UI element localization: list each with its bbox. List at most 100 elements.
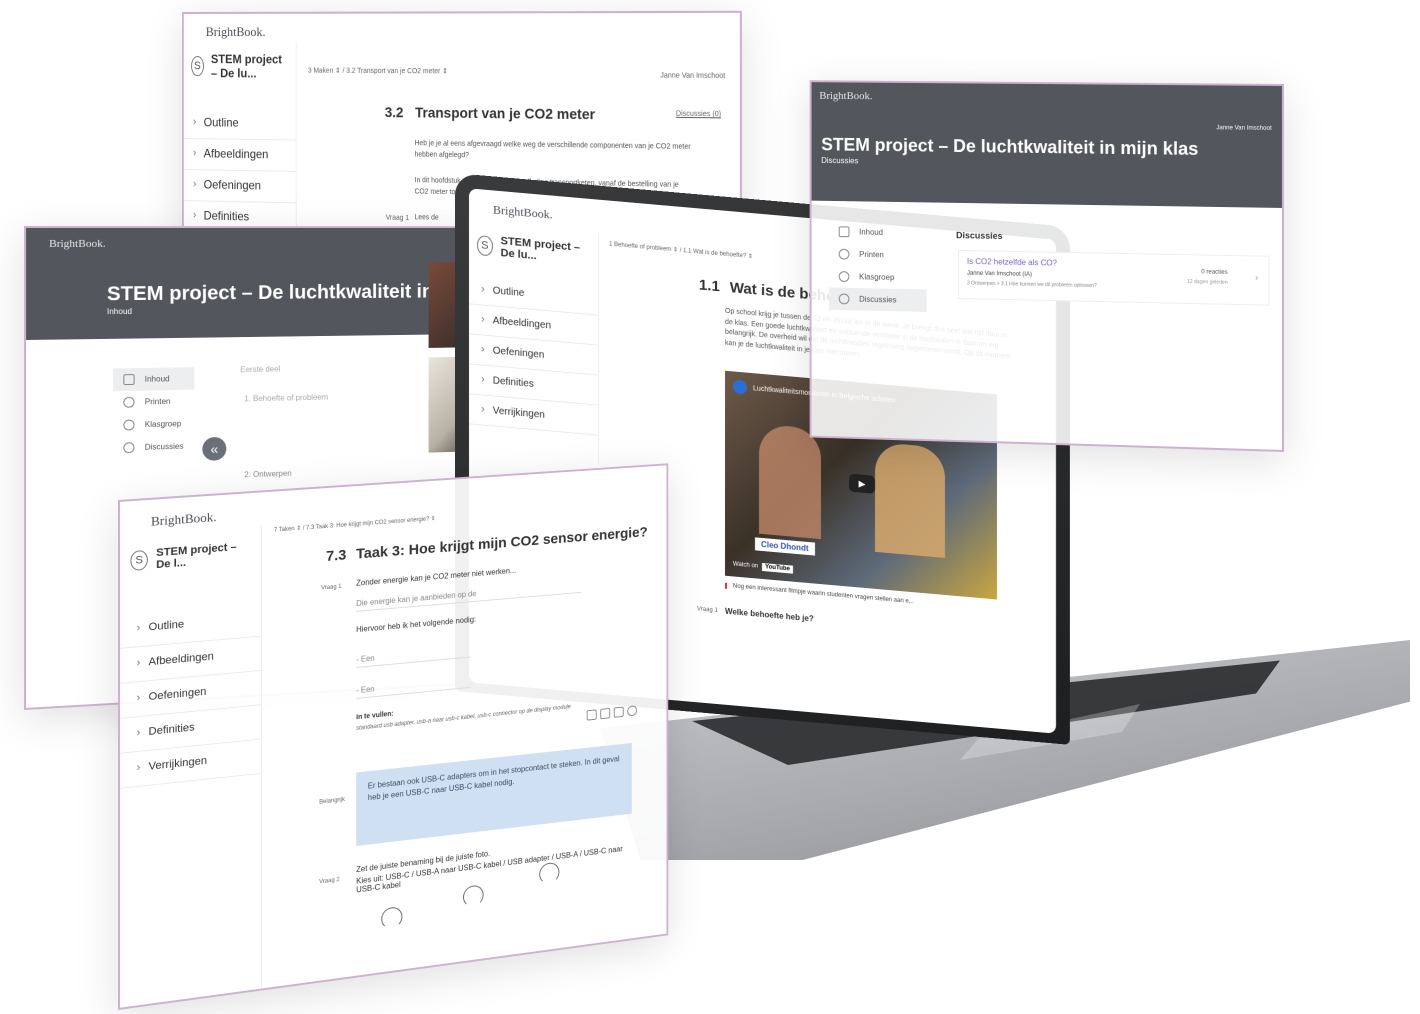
chevron-right-icon: ›: [136, 761, 141, 775]
book-icon: [838, 226, 850, 238]
thread-author: Janne Van Imschoot (IA): [966, 270, 1032, 278]
question-label: Vraag 1: [697, 606, 718, 615]
discussion-thread[interactable]: Is CO2 hetzelfde als CO? Janne Van Imsch…: [958, 249, 1270, 306]
page-heading: 3.2 Transport van je CO2 meter: [385, 104, 595, 123]
person-figure: [875, 441, 945, 558]
panel-front: BrightBook. S STEM project – De l... › Ou…: [118, 463, 669, 1010]
user-menu[interactable]: Janne Van Imschoot: [660, 72, 725, 80]
nav-label: Klasgroep: [859, 272, 895, 282]
user-menu[interactable]: Janne Van Imschoot: [1216, 125, 1271, 132]
chevron-right-icon: ›: [1254, 272, 1259, 284]
printer-icon: [838, 248, 850, 260]
nav-label: Inhoud: [859, 227, 883, 237]
side-nav: Inhoud Printen Klasgroep Discussies: [829, 220, 927, 312]
undo-icon[interactable]: [613, 706, 624, 718]
reply-count: 0 reacties: [1201, 269, 1228, 276]
nav-klasgroep[interactable]: Klasgroep: [113, 412, 194, 437]
youtube-watermark[interactable]: Watch on YouTube: [733, 560, 793, 574]
breadcrumb[interactable]: 1 Behoefte of probleem ⇕ / 1.1 Wat is de…: [609, 241, 753, 261]
nav-label: Printen: [859, 250, 884, 260]
toc-item-1[interactable]: 1. Behoefte of probleem: [244, 392, 328, 405]
brand-logo: BrightBook.: [819, 90, 873, 103]
marketing-composition: BrightBook. S STEM project – De lu... › O…: [0, 0, 1420, 1014]
course-header: BrightBook. Janne Van Imschoot STEM proj…: [811, 82, 1282, 208]
outline-label: Outline: [492, 284, 525, 299]
question-label: Vraag 1: [385, 214, 410, 223]
collapse-icon[interactable]: «: [202, 436, 227, 461]
chat-icon: [838, 293, 850, 305]
course-switcher[interactable]: S STEM project – De lu...: [469, 222, 598, 277]
lower-third-name: Cleo Dhondt: [755, 537, 815, 556]
course-subtitle: Inhoud: [106, 306, 132, 317]
panel-right: BrightBook. Janne Van Imschoot STEM proj…: [809, 80, 1284, 453]
course-name: STEM project – De lu...: [210, 52, 282, 81]
outline-item-oefeningen[interactable]: › Oefeningen: [183, 170, 296, 204]
printer-icon: [123, 396, 135, 408]
outline-label: Outline: [148, 618, 185, 634]
chevron-right-icon: ›: [481, 343, 485, 356]
nav-label: Discussies: [144, 441, 184, 452]
nav-label: Discussies: [859, 294, 897, 305]
copy-icon[interactable]: [586, 709, 597, 721]
info-callout: Er bestaan ook USB-C adapters om in het …: [356, 742, 632, 847]
outline-label: Oefeningen: [492, 344, 545, 361]
nav-inhoud[interactable]: Inhoud: [829, 220, 927, 244]
section-number: 3.2: [384, 103, 404, 121]
question-text: Welke behoefte heb je?: [725, 606, 814, 624]
outline-item-outline[interactable]: › Outline: [183, 108, 296, 141]
group-icon: [838, 271, 850, 283]
course-name: STEM project – De lu...: [500, 235, 581, 263]
course-logo-icon: S: [191, 56, 204, 77]
nav-printen[interactable]: Printen: [829, 243, 927, 267]
answer-field-1[interactable]: - Een: [356, 642, 471, 668]
outline-label: Afbeeldingen: [203, 146, 269, 162]
section-label: Eerste deel: [240, 364, 281, 375]
group-icon: [123, 419, 135, 431]
nav-discussies[interactable]: Discussies: [829, 287, 927, 312]
answer-field-2[interactable]: - Een: [356, 672, 471, 699]
chevron-right-icon: ›: [481, 403, 485, 416]
chevron-right-icon: ›: [192, 147, 197, 160]
thread-meta: 3 Ontwerpen > 3.1 Hoe kunnen we dit prob…: [966, 280, 1097, 290]
discussions-link[interactable]: Discussies (0): [676, 111, 721, 119]
chevron-right-icon: ›: [136, 657, 141, 670]
search-icon[interactable]: [627, 705, 638, 717]
image-drop-slot[interactable]: [381, 905, 403, 930]
breadcrumb[interactable]: 7 Taken ⇕ / 7.3 Taak 3: Hoe krijgt mijn …: [274, 515, 436, 534]
nav-discussies[interactable]: Discussies: [113, 435, 194, 460]
play-icon[interactable]: ▶: [849, 473, 875, 494]
question-label: Vraag 1: [321, 584, 342, 592]
paste-icon[interactable]: [600, 707, 611, 720]
image-drop-slot[interactable]: [463, 884, 484, 908]
chevron-right-icon: ›: [192, 209, 197, 222]
nav-printen[interactable]: Printen: [113, 390, 194, 414]
outline-label: Verrijkingen: [492, 404, 545, 421]
nav-klasgroep[interactable]: Klasgroep: [829, 265, 927, 289]
nav-label: Printen: [144, 396, 171, 407]
chat-icon: [123, 442, 135, 454]
nav-inhoud[interactable]: Inhoud: [113, 367, 195, 392]
course-switcher[interactable]: S STEM project – De lu...: [184, 42, 296, 91]
brand-logo: BrightBook.: [493, 202, 553, 222]
toc-item-2[interactable]: 2. Ontwerpen: [244, 468, 291, 481]
chevron-right-icon: ›: [136, 622, 141, 635]
outline-label: Outline: [203, 115, 239, 130]
important-label: Belangrijk: [319, 796, 345, 806]
brand-logo: BrightBook.: [150, 509, 217, 529]
section-number: 7.3: [326, 546, 347, 565]
breadcrumb[interactable]: 3 Maken ⇕ / 3.2 Transport van je CO2 met…: [308, 67, 448, 76]
section-number: 1.1: [699, 276, 720, 296]
requirement-text: Hiervoor heb ik het volgende nodig:: [356, 615, 477, 635]
course-title: STEM project – De luchtkwaliteit in mijn…: [821, 134, 1199, 159]
image-drop-slot[interactable]: [539, 861, 560, 885]
book-icon: [123, 374, 135, 386]
channel-avatar: [733, 379, 747, 395]
outline-item-afbeeldingen[interactable]: › Afbeeldingen: [183, 139, 296, 172]
outline-label: Oefeningen: [203, 177, 261, 193]
outline-label: Oefeningen: [148, 685, 207, 704]
course-switcher[interactable]: S STEM project – De l...: [120, 526, 261, 588]
outline-label: Definities: [203, 208, 250, 224]
outline-label: Verrijkingen: [148, 754, 208, 773]
thread-title[interactable]: Is CO2 hetzelfde als CO?: [967, 257, 1057, 268]
discussions-heading: Discussies: [956, 230, 1003, 241]
